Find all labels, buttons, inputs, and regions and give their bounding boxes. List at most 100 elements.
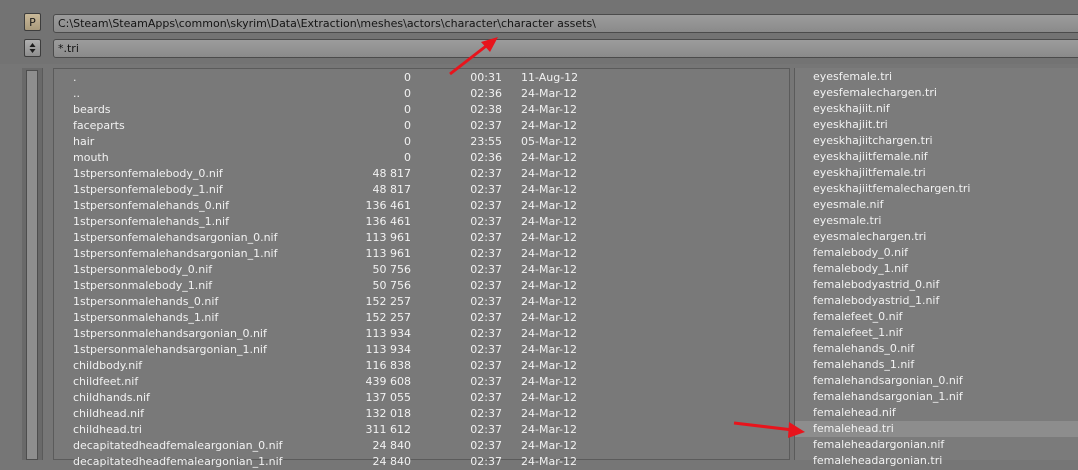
file-row[interactable]: 1stpersonfemalebody_1.nif 48 817 02:37 24-M…	[54, 182, 789, 198]
file-row[interactable]: childhands.nif 137 055 02:37 24-Mar-12	[54, 390, 789, 406]
file-row[interactable]: femalefeet_1.nif	[795, 325, 1078, 341]
file-row[interactable]: eyesmale.nif	[795, 197, 1078, 213]
file-time: 02:38	[470, 103, 502, 116]
file-time: 02:37	[470, 263, 502, 276]
file-time: 02:37	[470, 423, 502, 436]
file-name: 1stpersonmalebody_0.nif	[73, 263, 213, 276]
file-name: femalehead.tri	[813, 422, 894, 435]
file-size: 132 018	[365, 407, 412, 420]
file-time: 02:37	[470, 359, 502, 372]
file-row[interactable]: femalehands_1.nif	[795, 357, 1078, 373]
file-row[interactable]: beards 0 02:38 24-Mar-12	[54, 102, 789, 118]
file-row[interactable]: 1stpersonmalebody_0.nif 50 756 02:37 24-Mar…	[54, 262, 789, 278]
file-filter-input[interactable]: *.tri	[53, 39, 1078, 58]
file-row[interactable]: decapitatedheadfemaleargonian_1.nif 24 84…	[54, 454, 789, 470]
directory-path-input[interactable]: C:\Steam\SteamApps\common\skyrim\Data\Ex…	[53, 14, 1078, 33]
file-row-selected[interactable]: femalehead.tri	[795, 421, 1078, 437]
file-row[interactable]: eyeskhajiit.nif	[795, 101, 1078, 117]
file-date: 24-Mar-12	[521, 343, 577, 356]
file-time: 00:31	[470, 71, 502, 84]
file-row[interactable]: femaleheadargonian.tri	[795, 453, 1078, 469]
file-name: femalehands_0.nif	[813, 342, 915, 355]
file-row[interactable]: 1stpersonfemalehands_1.nif 136 461 02:37 24…	[54, 214, 789, 230]
file-size: 0	[404, 151, 411, 164]
file-row[interactable]: 1stpersonfemalebody_0.nif 48 817 02:37 24-M…	[54, 166, 789, 182]
file-row[interactable]: eyeskhajiitfemale.tri	[795, 165, 1078, 181]
file-name: childhead.tri	[73, 423, 142, 436]
file-row[interactable]: 1stpersonmalehands_1.nif 152 257 02:37 24-M…	[54, 310, 789, 326]
file-time: 02:37	[470, 167, 502, 180]
file-row[interactable]: femalehead.nif	[795, 405, 1078, 421]
file-row[interactable]: femalebody_0.nif	[795, 245, 1078, 261]
file-name: 1stpersonfemalebody_0.nif	[73, 167, 223, 180]
file-row[interactable]: 1stpersonfemalehandsargonian_1.nif 113 96…	[54, 246, 789, 262]
file-list-names: eyesfemale.tri eyesfemalechargen.tri eyesk…	[794, 68, 1078, 467]
file-row[interactable]: eyeskhajiitchargen.tri	[795, 133, 1078, 149]
file-name: .	[73, 71, 77, 84]
file-row[interactable]: childfeet.nif 439 608 02:37 24-Mar-12	[54, 374, 789, 390]
file-row[interactable]: femalebodyastrid_0.nif	[795, 277, 1078, 293]
file-row[interactable]: decapitatedheadfemaleargonian_0.nif 24 84…	[54, 438, 789, 454]
file-name: hair	[73, 135, 95, 148]
file-row[interactable]: mouth 0 02:36 24-Mar-12	[54, 150, 789, 166]
file-name: femaleheadargonian.tri	[813, 454, 943, 467]
file-date: 24-Mar-12	[521, 263, 577, 276]
file-row[interactable]: eyeskhajiit.tri	[795, 117, 1078, 133]
file-row[interactable]: 1stpersonmalehandsargonian_0.nif 113 934 0…	[54, 326, 789, 342]
file-row[interactable]: 1stpersonmalehandsargonian_1.nif 113 934 0…	[54, 342, 789, 358]
file-row[interactable]: childbody.nif 116 838 02:37 24-Mar-12	[54, 358, 789, 374]
file-row[interactable]: eyeskhajiitfemalechargen.tri	[795, 181, 1078, 197]
file-row[interactable]: childhead.tri 311 612 02:37 24-Mar-12	[54, 422, 789, 438]
file-row[interactable]: eyesfemale.tri	[795, 69, 1078, 85]
file-date: 24-Mar-12	[521, 279, 577, 292]
file-row[interactable]: 1stpersonmalebody_1.nif 50 756 02:37 24-Mar…	[54, 278, 789, 294]
parent-directory-button[interactable]: P	[24, 13, 41, 31]
file-time: 02:37	[470, 407, 502, 420]
file-row[interactable]: faceparts 0 02:37 24-Mar-12	[54, 118, 789, 134]
file-row[interactable]: femaleheadargonian.nif	[795, 437, 1078, 453]
file-row[interactable]: eyesmale.tri	[795, 213, 1078, 229]
up-down-arrows-icon	[29, 43, 36, 53]
file-size: 136 461	[365, 199, 412, 212]
file-row[interactable]: . 0 00:31 11-Aug-12	[54, 70, 789, 86]
file-row[interactable]: .. 0 02:36 24-Mar-12	[54, 86, 789, 102]
file-name: childhands.nif	[73, 391, 150, 404]
file-name: eyesmale.nif	[813, 198, 884, 211]
file-date: 24-Mar-12	[521, 183, 577, 196]
file-time: 02:37	[470, 247, 502, 260]
sort-toggle-button[interactable]	[24, 39, 41, 57]
file-name: eyeskhajiitfemale.tri	[813, 166, 926, 179]
file-time: 02:36	[470, 151, 502, 164]
file-size: 24 840	[372, 439, 412, 452]
file-name: femalefeet_1.nif	[813, 326, 903, 339]
file-row[interactable]: eyesmalechargen.tri	[795, 229, 1078, 245]
file-date: 24-Mar-12	[521, 87, 577, 100]
file-row[interactable]: femalehandsargonian_0.nif	[795, 373, 1078, 389]
file-date: 24-Mar-12	[521, 103, 577, 116]
file-row[interactable]: femalehandsargonian_1.nif	[795, 389, 1078, 405]
file-row[interactable]: 1stpersonfemalehands_0.nif 136 461 02:37 24…	[54, 198, 789, 214]
file-time: 02:36	[470, 87, 502, 100]
vertical-scrollbar[interactable]	[26, 70, 38, 460]
file-row[interactable]: 1stpersonfemalehandsargonian_0.nif 113 96…	[54, 230, 789, 246]
file-time: 02:37	[470, 327, 502, 340]
file-name: femalebody_0.nif	[813, 246, 909, 259]
file-name: 1stpersonmalehandsargonian_1.nif	[73, 343, 267, 356]
file-row[interactable]: femalehands_0.nif	[795, 341, 1078, 357]
file-row[interactable]: eyeskhajiitfemale.nif	[795, 149, 1078, 165]
file-row[interactable]: childhead.nif 132 018 02:37 24-Mar-12	[54, 406, 789, 422]
file-row[interactable]: femalefeet_0.nif	[795, 309, 1078, 325]
file-row[interactable]: eyesfemalechargen.tri	[795, 85, 1078, 101]
file-row[interactable]: 1stpersonmalehands_0.nif 152 257 02:37 24-M…	[54, 294, 789, 310]
file-size: 50 756	[372, 263, 412, 276]
file-row[interactable]: hair 0 23:55 05-Mar-12	[54, 134, 789, 150]
file-size: 48 817	[372, 183, 412, 196]
file-size: 113 934	[365, 327, 412, 340]
file-name: eyesfemalechargen.tri	[813, 86, 937, 99]
file-time: 02:37	[470, 343, 502, 356]
file-time: 02:37	[470, 279, 502, 292]
file-size: 113 961	[365, 231, 412, 244]
file-row[interactable]: femalebodyastrid_1.nif	[795, 293, 1078, 309]
file-row[interactable]: femalebody_1.nif	[795, 261, 1078, 277]
file-date: 24-Mar-12	[521, 455, 577, 468]
